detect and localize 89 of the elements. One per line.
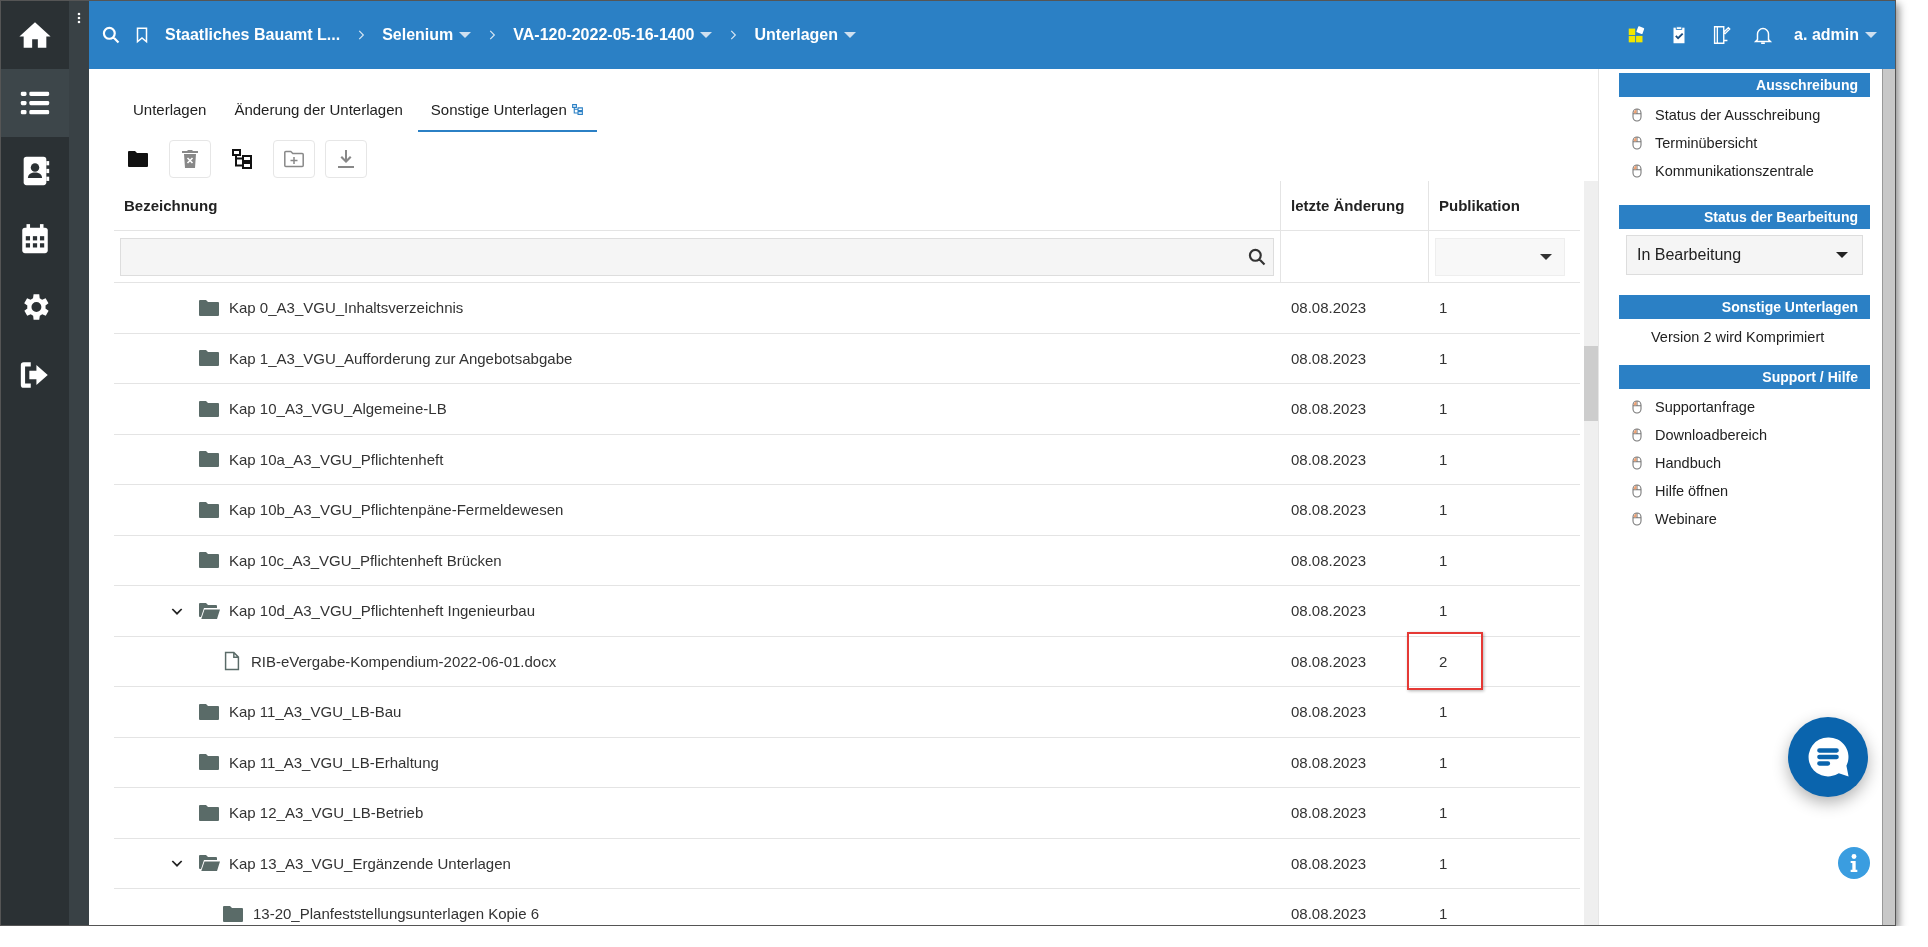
folder-name[interactable]: Kap 10c_A3_VGU_Pflichtenheft Brücken xyxy=(229,551,502,569)
publication-cell: 1 xyxy=(1439,400,1448,418)
caret-icon xyxy=(1540,253,1552,260)
panel-link[interactable]: Handbuch xyxy=(1619,449,1722,477)
scrollbar[interactable] xyxy=(1882,69,1895,925)
section-header: Support / Hilfe xyxy=(1619,365,1870,389)
date-cell: 08.08.2023 xyxy=(1291,349,1367,367)
folder-name[interactable]: Kap 10d_A3_VGU_Pflichtenheft Ingenieurbau xyxy=(229,602,536,620)
date-cell: 08.08.2023 xyxy=(1291,501,1367,519)
section-header: Status der Bearbeitung xyxy=(1619,205,1870,229)
info-button[interactable] xyxy=(1838,847,1870,879)
publication-cell: 1 xyxy=(1439,450,1448,468)
breadcrumb-link[interactable]: VA-120-2022-05-16-1400 xyxy=(513,26,713,44)
folder-name[interactable]: Kap 10b_A3_VGU_Pflichtenpäne-Fermeldewesen xyxy=(229,501,564,519)
search-icon[interactable] xyxy=(101,25,121,45)
date-cell: 08.08.2023 xyxy=(1291,450,1367,468)
file-name[interactable]: RIB-eVergabe-Kompendium-2022-06-01.docx xyxy=(251,652,557,670)
tab[interactable]: Unterlagen xyxy=(120,90,220,132)
publication-cell: 1 xyxy=(1439,703,1448,721)
mouse-icon xyxy=(1629,427,1645,443)
date-cell: 08.08.2023 xyxy=(1291,905,1367,923)
column-header: letzte Änderung xyxy=(1281,181,1429,230)
publication-cell: 1 xyxy=(1439,905,1448,923)
status-text: Version 2 wird Komprimiert xyxy=(1650,328,1826,345)
column-header: Bezeichnung xyxy=(114,181,1281,230)
mouse-icon xyxy=(1629,511,1645,527)
folder-name[interactable]: Kap 10_A3_VGU_Algemeine-LB xyxy=(229,400,447,418)
tree-icon xyxy=(570,102,584,116)
folder-name[interactable]: 13-20_Planfeststellungsunterlagen Kopie 6 xyxy=(253,905,540,923)
breadcrumb-link[interactable]: Selenium xyxy=(382,26,472,44)
date-cell: 08.08.2023 xyxy=(1291,854,1367,872)
panel-link[interactable]: Status der Ausschreibung xyxy=(1619,101,1821,129)
publication-cell: 1 xyxy=(1439,753,1448,771)
publication-cell: 1 xyxy=(1439,602,1448,620)
mouse-icon xyxy=(1629,107,1645,123)
panel-link[interactable]: Downloadbereich xyxy=(1619,421,1768,449)
caret-icon xyxy=(1865,32,1877,38)
folder-name[interactable]: Kap 13_A3_VGU_Ergänzende Unterlagen xyxy=(229,854,511,872)
panel-link[interactable]: Webinare xyxy=(1619,505,1717,533)
date-cell: 08.08.2023 xyxy=(1291,299,1367,317)
folder-name[interactable]: Kap 11_A3_VGU_LB-Erhaltung xyxy=(229,753,439,771)
search-icon xyxy=(1247,246,1267,267)
mouse-icon xyxy=(1629,163,1645,179)
publication-cell: 1 xyxy=(1439,299,1448,317)
date-cell: 08.08.2023 xyxy=(1291,551,1367,569)
date-cell: 08.08.2023 xyxy=(1291,804,1367,822)
publication-cell: 1 xyxy=(1439,854,1448,872)
publication-cell: 2 xyxy=(1439,652,1448,670)
caret-icon xyxy=(700,32,713,38)
nav-item[interactable] xyxy=(1,69,69,137)
mouse-icon xyxy=(1629,483,1645,499)
folder-name[interactable]: Kap 11_A3_VGU_LB-Bau xyxy=(229,703,402,721)
publication-cell: 1 xyxy=(1439,349,1448,367)
caret-icon xyxy=(844,32,857,38)
mouse-icon xyxy=(1629,399,1645,415)
mouse-icon xyxy=(1629,135,1645,151)
tab[interactable]: Änderung der Unterlagen xyxy=(221,90,416,132)
panel-link[interactable]: Terminübersicht xyxy=(1619,129,1758,157)
column-header: Publikation xyxy=(1438,196,1521,216)
folder-name[interactable]: Kap 10a_A3_VGU_Pflichtenheft xyxy=(229,450,444,468)
tree-icon xyxy=(230,147,254,171)
date-cell: 08.08.2023 xyxy=(1291,400,1367,418)
publication-cell: 1 xyxy=(1439,551,1448,569)
mouse-icon xyxy=(1629,455,1645,471)
date-cell: 08.08.2023 xyxy=(1291,753,1367,771)
user-menu[interactable]: a. admin xyxy=(1794,26,1877,44)
breadcrumb-link[interactable]: Staatliches Bauamt L... xyxy=(165,26,341,44)
publication-cell: 1 xyxy=(1439,804,1448,822)
date-cell: 08.08.2023 xyxy=(1291,703,1367,721)
panel-link[interactable]: Supportanfrage xyxy=(1619,393,1755,421)
scrollbar[interactable] xyxy=(1584,181,1598,925)
status-dropdown[interactable]: In Bearbeitung xyxy=(1626,235,1863,275)
section-header: Ausschreibung xyxy=(1619,73,1870,97)
publication-cell: 1 xyxy=(1439,501,1448,519)
panel-link[interactable]: Kommunikationszentrale xyxy=(1619,157,1814,185)
section-header: Sonstige Unterlagen xyxy=(1619,295,1870,319)
folder-name[interactable]: Kap 0_A3_VGU_Inhaltsverzeichnis xyxy=(229,299,464,317)
date-cell: 08.08.2023 xyxy=(1291,602,1367,620)
breadcrumb-link[interactable]: Unterlagen xyxy=(754,26,857,44)
panel-link[interactable]: Hilfe öffnen xyxy=(1619,477,1729,505)
caret-icon xyxy=(459,32,472,38)
tab[interactable]: Sonstige Unterlagen xyxy=(417,90,597,132)
date-cell: 08.08.2023 xyxy=(1291,652,1367,670)
chat-button[interactable] xyxy=(1788,717,1868,797)
caret-icon xyxy=(1836,252,1848,258)
folder-name[interactable]: Kap 12_A3_VGU_LB-Betrieb xyxy=(229,804,424,822)
folder-name[interactable]: Kap 1_A3_VGU_Aufforderung zur Angebotsabgabe xyxy=(229,349,573,367)
filter-field[interactable] xyxy=(120,237,1274,276)
info-icon xyxy=(1850,854,1858,872)
